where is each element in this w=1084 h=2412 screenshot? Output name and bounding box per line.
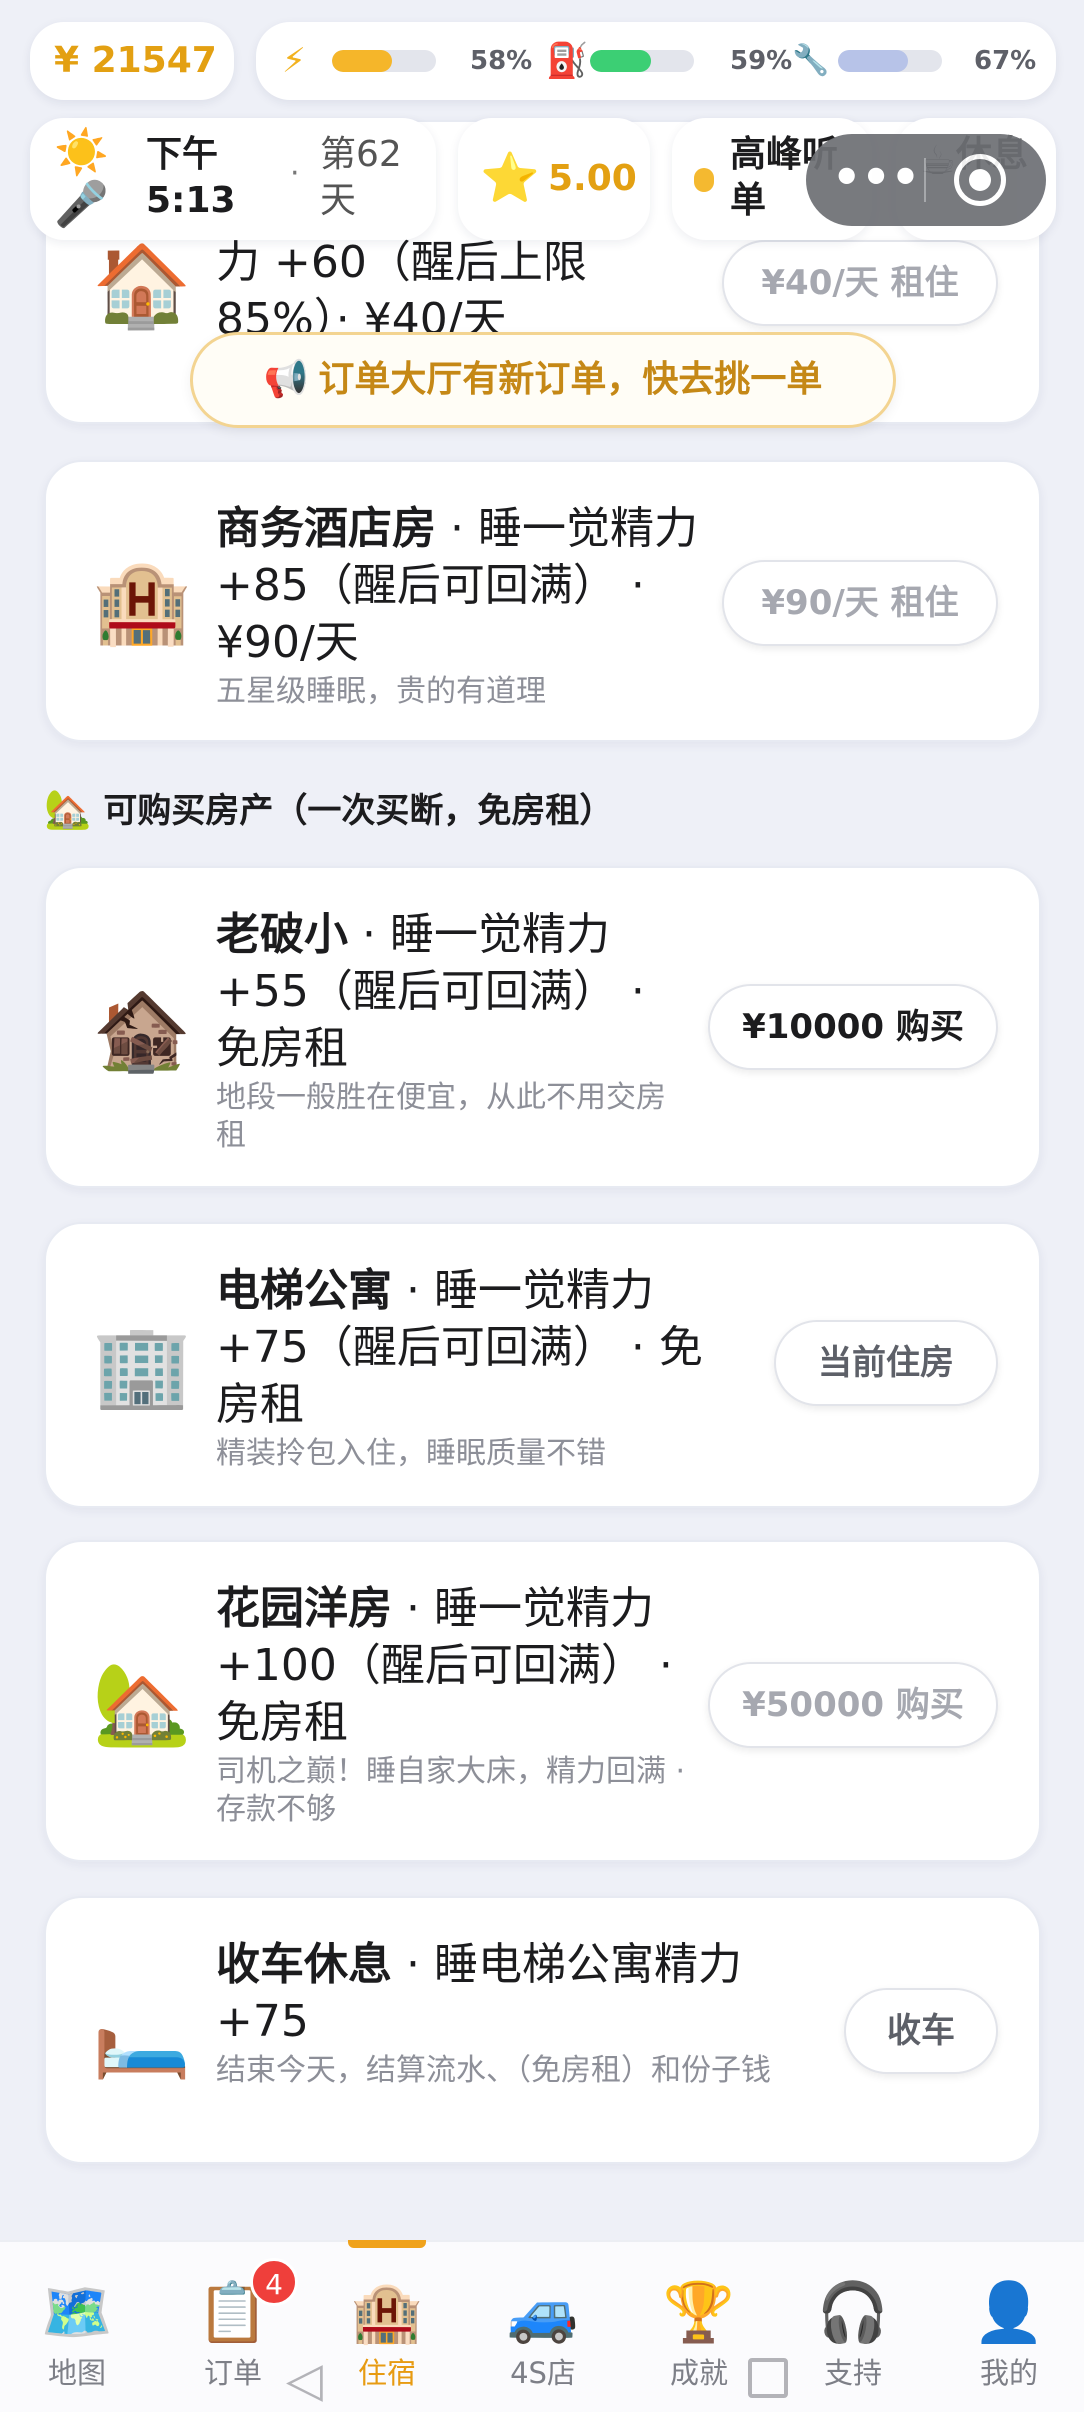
new-order-toast[interactable]: 📢 订单大厅有新订单，快去挑一单	[190, 332, 896, 428]
card-desc: 地段一般胜在便宜，从此不用交房租	[216, 1080, 666, 1153]
rating-value: 5.00	[548, 158, 637, 199]
rent-card-title: 力 +60（醒后上限85%）· ¥40/天	[216, 237, 587, 345]
card-title: 电梯公寓 · 睡一觉精力 +75（醒后可回满） · 免房租	[216, 1262, 746, 1433]
status-dot	[694, 168, 714, 192]
card-desc: 结束今天，结算流水、（免房租）和份子钱	[216, 2053, 771, 2088]
tab-label: 支持	[823, 2356, 882, 2390]
card-desc: 五星级睡眠，贵的有道理	[216, 674, 546, 709]
car-icon: 🚙	[506, 2278, 580, 2346]
lightning-icon: ⚡	[282, 41, 306, 81]
fuel-percent: 59%	[730, 46, 793, 76]
rent-button[interactable]: ¥90/天 租住	[722, 560, 998, 646]
time-panel: ☀️ 🎤 下午 5:13 · 第62天	[30, 118, 436, 240]
megaphone-icon: 📢	[263, 359, 309, 400]
order-count-badge: 4	[250, 2258, 298, 2306]
tab-label: 成就	[669, 2356, 728, 2390]
trophy-icon: 🏆	[662, 2278, 736, 2346]
card-desc: 精装拎包入住，睡眠质量不错	[216, 1436, 606, 1471]
card-name: 商务酒店房	[216, 503, 436, 554]
toast-text: 订单大厅有新订单，快去挑一单	[318, 359, 823, 400]
card-title: 商务酒店房 · 睡一觉精力 +85（醒后可回满） · ¥90/天	[216, 500, 706, 671]
nav-back-icon[interactable]: ◁	[286, 2352, 323, 2408]
card-name: 电梯公寓	[216, 1265, 392, 1316]
buy-section-title: 🏡 可购买房产（一次买断，免房租）	[44, 784, 613, 836]
end-shift-button[interactable]: 收车	[844, 1988, 998, 2074]
energy-percent: 58%	[470, 46, 533, 76]
close-target-icon[interactable]	[954, 154, 1006, 206]
tab-map[interactable]: 🗺️ 地图	[12, 2278, 142, 2392]
day-counter: 第62天	[320, 134, 402, 221]
capsule-divider	[924, 158, 926, 202]
star-icon: ⭐	[480, 150, 540, 206]
tab-label: 地图	[47, 2356, 106, 2390]
buy-button[interactable]: ¥10000 购买	[708, 984, 998, 1070]
card-title: 老破小 · 睡一觉精力 +55（醒后可回满） · 免房租	[216, 906, 686, 1077]
tab-label: 住宿	[357, 2356, 416, 2390]
money-display: ¥ 21547	[30, 22, 234, 100]
bottom-tab-bar: 🗺️ 地图 📋 订单 🏨 住宿 🚙 4S店 🏆 成就 🎧 支持 👤 我的	[0, 2240, 1084, 2412]
hotel-icon: 🏨	[92, 555, 192, 648]
house-icon: 🏠	[92, 239, 192, 332]
condition-fill	[838, 50, 908, 72]
hotel-icon: 🏨	[350, 2278, 424, 2346]
tab-label: 订单	[203, 2356, 262, 2390]
rent-button[interactable]: ¥40/天 租住	[722, 240, 998, 326]
fuel-pump-icon: ⛽	[546, 41, 589, 81]
microphone-icon: 🎤	[54, 179, 109, 230]
card-title: 花园洋房 · 睡一觉精力 +100（醒后可回满） · 免房租	[216, 1580, 696, 1751]
nav-recents-icon[interactable]	[748, 2358, 788, 2398]
house-with-garden-icon: 🏡	[44, 787, 92, 831]
time-period: 下午	[146, 134, 219, 175]
tab-achievements[interactable]: 🏆 成就	[634, 2278, 764, 2392]
buy-button[interactable]: ¥50000 购买	[708, 1662, 998, 1748]
rent-card: 🏨 商务酒店房 · 睡一觉精力 +85（醒后可回满） · ¥90/天 五星级睡眠…	[44, 460, 1041, 742]
energy-fill	[332, 50, 393, 72]
buy-card: 🏚️ 老破小 · 睡一觉精力 +55（醒后可回满） · 免房租 地段一般胜在便宜…	[44, 866, 1041, 1188]
buy-card: 🏡 花园洋房 · 睡一觉精力 +100（醒后可回满） · 免房租 司机之巅！睡自…	[44, 1540, 1041, 1862]
condition-bar	[838, 50, 942, 72]
tab-label: 4S店	[510, 2356, 576, 2390]
fuel-fill	[590, 50, 652, 72]
tab-profile[interactable]: 👤 我的	[944, 2278, 1074, 2392]
energy-bar	[332, 50, 436, 72]
wrench-icon: 🔧	[792, 43, 830, 78]
headphones-icon: 🎧	[816, 2278, 890, 2346]
clock-time: 5:13	[146, 180, 236, 221]
card-name: 花园洋房	[216, 1583, 392, 1634]
tab-label: 我的	[979, 2356, 1038, 2390]
person-icon: 👤	[972, 2278, 1046, 2346]
miniprogram-capsule: •••	[806, 134, 1046, 226]
tab-4s-store[interactable]: 🚙 4S店	[478, 2278, 608, 2392]
rating-panel: ⭐ 5.00	[458, 118, 650, 240]
map-icon: 🗺️	[40, 2278, 114, 2346]
tab-lodging[interactable]: 🏨 住宿	[322, 2278, 452, 2392]
garden-house-icon: 🏡	[92, 1657, 192, 1750]
buy-card-current: 🏢 电梯公寓 · 睡一觉精力 +75（醒后可回满） · 免房租 精装拎包入住，睡…	[44, 1222, 1041, 1508]
bed-icon: 🛏️	[92, 1989, 192, 2082]
end-shift-card: 🛏️ 收车休息 · 睡电梯公寓精力 +75 结束今天，结算流水、（免房租）和份子…	[44, 1896, 1041, 2164]
fuel-bar	[590, 50, 694, 72]
active-tab-indicator	[348, 2240, 426, 2248]
separator-dot: ·	[290, 156, 300, 191]
card-name: 老破小	[216, 909, 348, 960]
card-title: 收车休息 · 睡电梯公寓精力 +75	[216, 1936, 836, 2050]
sun-icon: ☀️	[54, 127, 109, 178]
vitals-bar: ⚡ 58% ⛽ 59% 🔧 67%	[256, 22, 1056, 100]
card-desc: 司机之巅！睡自家大床，精力回满 · 存款不够	[216, 1754, 686, 1827]
lodging-page: 🏠 力 +60（醒后上限85%）· ¥40/天 ¥40/天 租住 ¥ 21547…	[0, 0, 1084, 2412]
derelict-house-icon: 🏚️	[92, 983, 192, 1076]
office-building-icon: 🏢	[92, 1319, 192, 1412]
current-home-button[interactable]: 当前住房	[774, 1320, 998, 1406]
buy-section-label: 可购买房产（一次买断，免房租）	[103, 791, 614, 831]
card-name: 收车休息	[216, 1939, 392, 1990]
tab-support[interactable]: 🎧 支持	[788, 2278, 918, 2392]
more-icon[interactable]: •••	[832, 146, 920, 214]
condition-percent: 67%	[974, 46, 1037, 76]
